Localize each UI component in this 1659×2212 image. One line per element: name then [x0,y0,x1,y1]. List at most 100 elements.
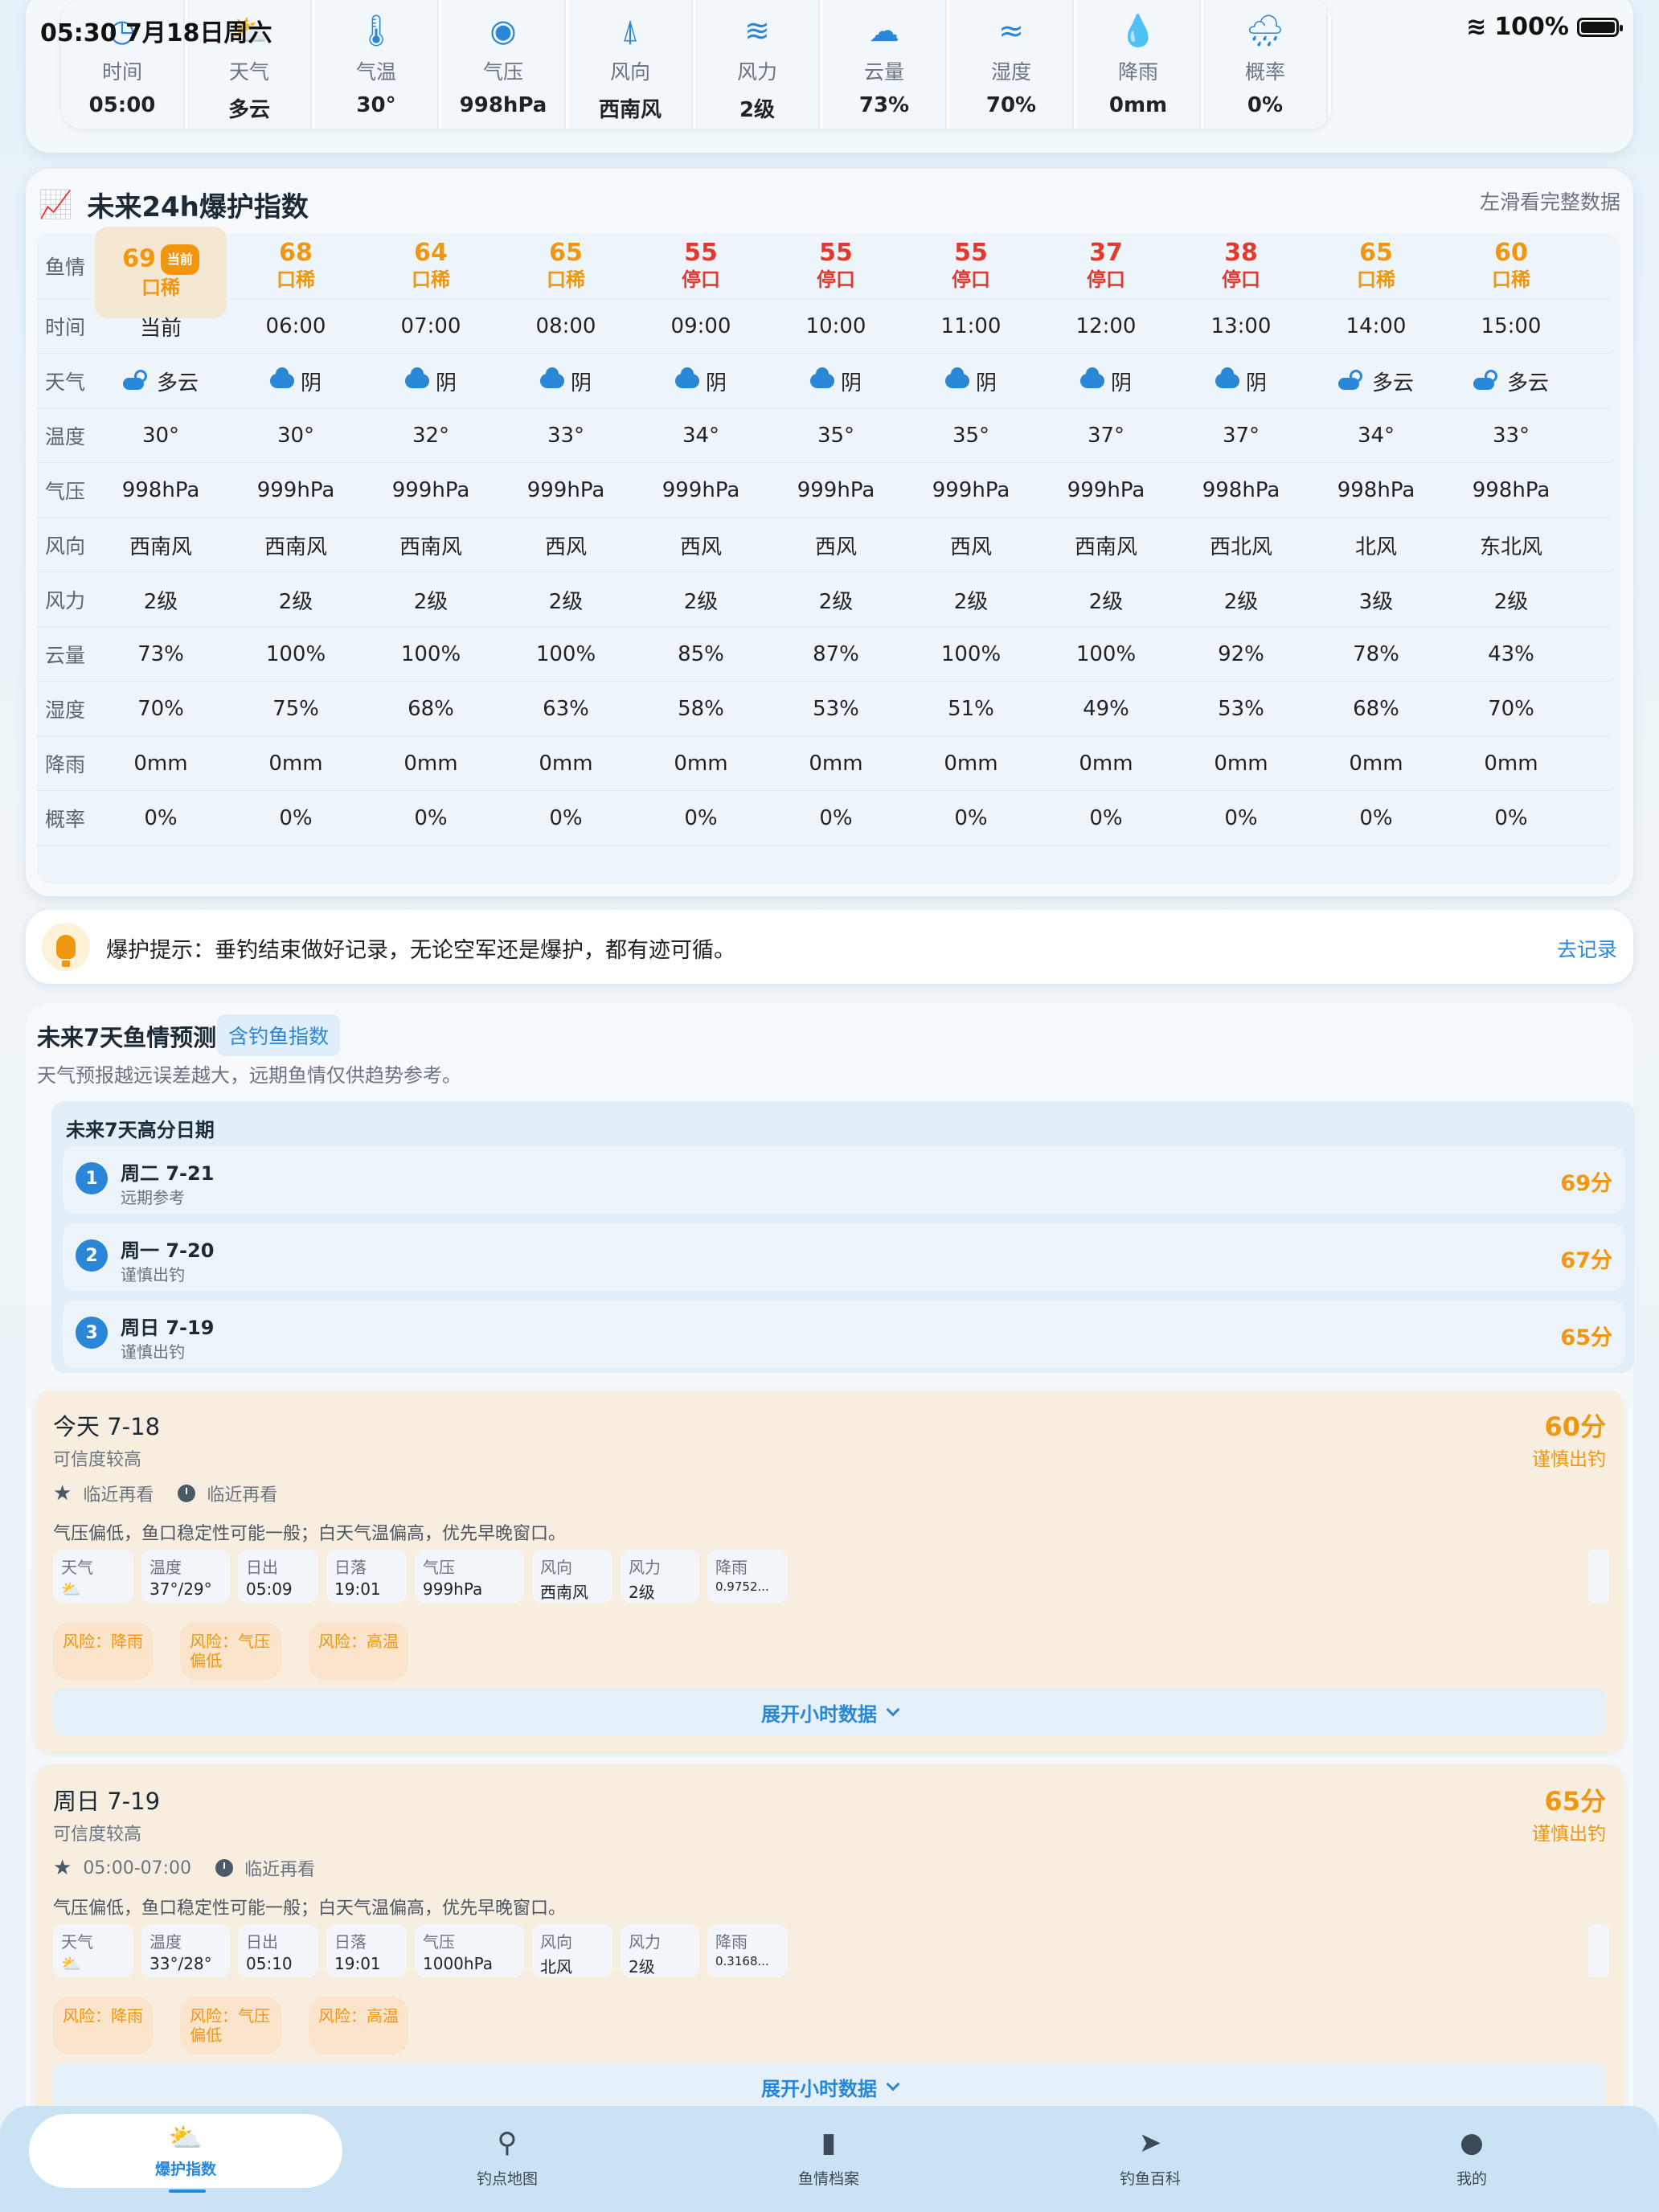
day-pill: 日出 05:10 [238,1924,318,1977]
expand-label: 展开小时数据 [761,1702,877,1726]
top-day-date: 周日 7-19 [121,1317,215,1339]
top-day-item[interactable]: 2 周一 7-20 谨慎出钓 67分 [63,1223,1625,1291]
cell-cloud: 100% [940,642,1002,666]
cloud-icon [944,367,969,388]
day-note: 气压偏低，鱼口稳定性可能一般；白天气温偏高，优先早晚窗口。 [53,1899,567,1919]
cell-fish[interactable]: 65 口稀 [498,233,633,299]
pill-value: ⛅ [61,1954,81,1973]
expand-hourly-button[interactable]: 展开小时数据 [53,2062,1606,2111]
row-fish: 鱼情 69 当前 口稀 68 口稀 64 口稀 65 口稀 55 停口 55 停口 55 停口 37 停口 38 停口… [37,227,1612,318]
current-value: 0mm [1108,93,1168,117]
top-day-item[interactable]: 3 周日 7-19 谨慎出钓 65分 [63,1301,1625,1368]
tab-label: 钓鱼百科 [1119,2170,1181,2188]
weather-cell: 阴 [1215,367,1267,396]
cell-wind: 2级 [818,589,854,614]
cell-fish[interactable]: 55 停口 [903,233,1038,299]
fish-status: 停口 [1222,268,1260,291]
fish-status: 停口 [682,268,720,291]
risk-tag: 风险：气压偏低 [180,1622,281,1680]
fish-score: 55 [954,239,988,267]
tip-text: 爆护提示：垂钓结束做好记录，无论空军还是爆护，都有迹可循。 [106,938,735,963]
cell-cloud: 43% [1488,642,1534,666]
row-label: 时间 [44,316,85,339]
cell-time: 14:00 [1346,314,1407,338]
day-pill: 日落 19:01 [326,1924,407,1977]
expand-hourly-button[interactable]: 展开小时数据 [53,1688,1606,1736]
current-badge: 当前 [160,244,199,275]
current-value: 多云 [227,98,270,122]
cell-fish[interactable]: 38 停口 [1174,233,1309,299]
cell-cloud: 100% [400,642,461,666]
cell-fish[interactable]: 64 口稀 [363,233,498,299]
pill-value: 0.9752... [715,1579,769,1594]
top-day-score: 65分 [1560,1325,1612,1350]
map-pin-icon: ⚲ [497,2127,518,2159]
cell-weather: 阴 [363,354,498,408]
day-pills[interactable]: 天气 ⛅ 温度 33°/28° 日出 05:10 日落 19:01 气压 1000hPa 风向 北风风… [53,1924,788,1977]
go-record-link[interactable]: 去记录 [1557,934,1617,963]
forecast-24h-table[interactable]: 鱼情 69 当前 口稀 68 口稀 64 口稀 65 口稀 55 停口 55 停口 55 停口 37 停口 38 停口… [37,227,1620,884]
cell-fish[interactable]: 55 停口 [633,233,768,299]
pills-scroll-edge [1588,1924,1609,1977]
tab-user[interactable]: ● 我的 [1315,2106,1628,2212]
top-days-box: 未来7天高分日期 1 周二 7-21 远期参考 69分 2 周一 7-20 谨慎出钓 67分 3… [51,1101,1635,1373]
cell-fish[interactable]: 65 口稀 [1309,233,1444,299]
cell-humidity: 51% [948,697,994,721]
row-cloud: 云量 73% 100% 100% 100% 85% 87% 100% 100% 92% 78% 43% [37,627,1612,682]
pill-label: 风力 [629,1932,661,1952]
fish-status: 口稀 [412,268,450,291]
weather-cell: 阴 [269,367,322,396]
partly-cloudy-icon [1473,370,1501,391]
wifi-icon: ≋ [1466,13,1487,41]
day-reliability: 可信度较高 [53,1825,142,1845]
cell-wind_dir: 西北风 [1209,535,1272,559]
top-day-item[interactable]: 1 周二 7-21 远期参考 69分 [63,1146,1625,1214]
cell-rain: 0mm [539,752,593,776]
pill-label: 风向 [540,1932,572,1952]
fish-status: 口稀 [1357,268,1395,291]
row-label: 鱼情 [44,256,85,279]
cell-rain: 0mm [1349,752,1403,776]
pill-value: 1000hPa [423,1954,493,1973]
swipe-hint: 左滑看完整数据 [1479,190,1620,214]
cell-rain: 0mm [268,752,323,776]
cell-weather: 阴 [1174,354,1309,408]
row-label: 云量 [44,644,85,667]
fish-score: 68 [279,239,313,267]
weather-cell: 多云 [1337,367,1414,396]
week-forecast-subtitle: 天气预报越远误差越大，远期鱼情仅供趋势参考。 [37,1064,461,1087]
cell-temp: 30° [141,424,180,448]
current-value: 73% [858,93,910,117]
top-day-score: 69分 [1560,1171,1612,1196]
cell-fish[interactable]: 68 口稀 [228,233,363,299]
pill-value: 2级 [629,1583,655,1602]
weather-text: 阴 [840,371,862,395]
cell-pressure: 998hPa [1337,478,1415,502]
tab-map-pin[interactable]: ⚲ 钓点地图 [350,2106,664,2212]
row-rain: 降雨 0mm 0mm 0mm 0mm 0mm 0mm 0mm 0mm 0mm 0mm 0mm [37,736,1612,791]
cell-fish[interactable]: 37 停口 [1038,233,1174,299]
cell-fish[interactable]: 60 口稀 [1444,233,1579,299]
day-pill: 风向 北风 [532,1924,612,1977]
tab-fish[interactable]: ➤ 钓鱼百科 [993,2106,1307,2212]
top-day-note: 谨慎出钓 [121,1342,185,1362]
weather-cell: 阴 [539,367,592,396]
cell-weather: 多云 [1444,354,1579,408]
pill-value: 北风 [540,1957,572,1976]
best-time: 临近再看 [83,1485,154,1505]
trend-chart-icon: 📈 [39,188,73,221]
tab-book[interactable]: ▮ 鱼情档案 [672,2106,985,2212]
forecast-24h-title: 📈 未来24h爆护指数 [39,185,309,224]
cell-wind_dir: 北风 [1354,535,1397,559]
cell-wind_dir: 西风 [679,535,722,559]
day-pill: 降雨 0.9752... [707,1550,788,1603]
cell-fish[interactable]: 55 停口 [768,233,903,299]
day-pills[interactable]: 天气 ⛅ 温度 37°/29° 日出 05:09 日落 19:01 气压 999hPa 风向 西南风风… [53,1550,788,1603]
user-icon: ● [1460,2127,1484,2159]
tab-label: 钓点地图 [476,2170,538,2188]
cell-rain: 0mm [1484,752,1538,776]
top-day-note: 远期参考 [121,1188,185,1207]
cell-humidity: 63% [543,697,589,721]
weather-text: 多云 [156,371,199,395]
tab-weather[interactable]: ⛅ 爆护指数 [29,2114,342,2188]
